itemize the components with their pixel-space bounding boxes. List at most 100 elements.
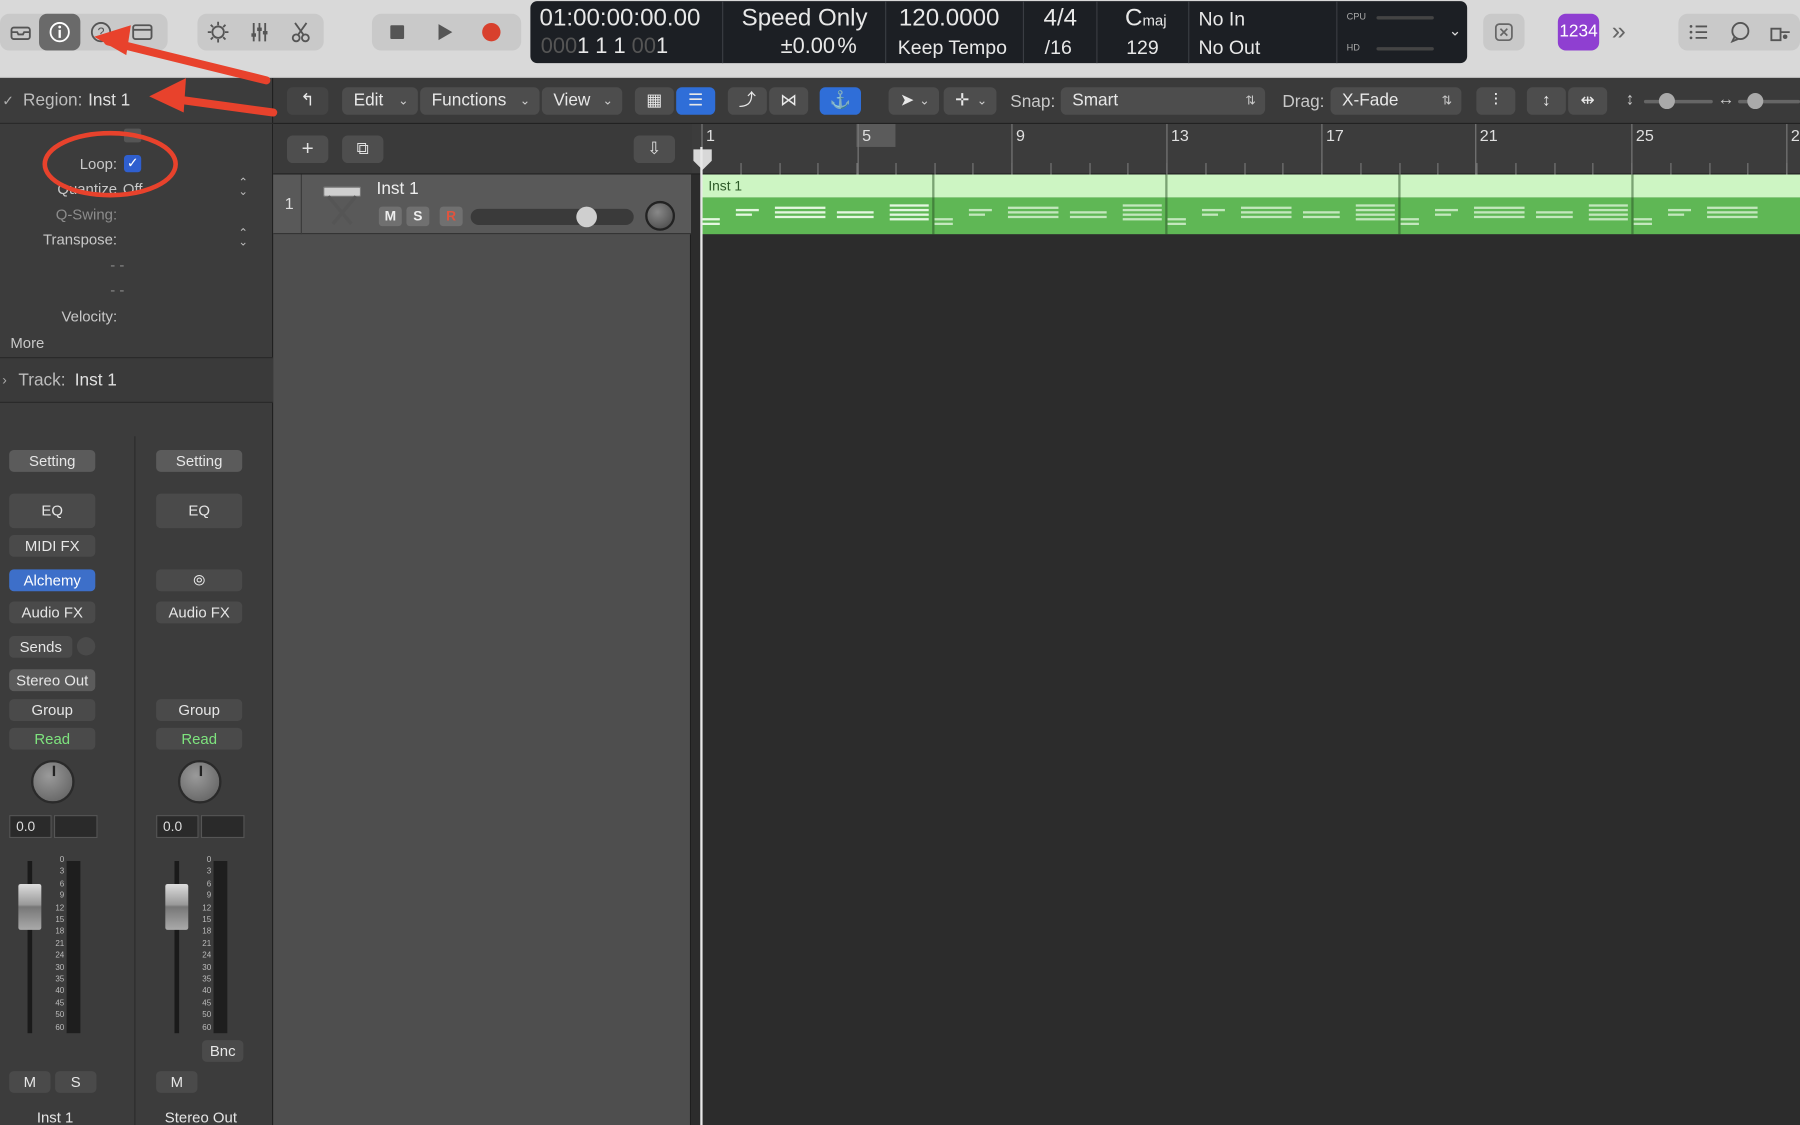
- link-button[interactable]: ⦾: [156, 569, 243, 592]
- functions-menu[interactable]: Functions ⌄: [420, 87, 540, 115]
- quantize-stepper-icon[interactable]: ⌃ ⌄: [238, 177, 248, 198]
- vertical-zoom-handle[interactable]: [1658, 92, 1675, 110]
- track-mute-button[interactable]: M: [378, 206, 402, 227]
- record-icon[interactable]: [471, 14, 512, 51]
- articulation-row[interactable]: - -: [0, 277, 273, 302]
- capture-recording-icon[interactable]: ⇩: [633, 135, 676, 164]
- group-slot[interactable]: Group: [9, 699, 96, 721]
- drag-dropdown[interactable]: X-Fade ⇅: [1330, 87, 1462, 115]
- flex-icon[interactable]: ⋈: [769, 87, 809, 115]
- notes-icon[interactable]: [1720, 14, 1761, 51]
- track-volume-handle[interactable]: [576, 206, 597, 228]
- tracks-workspace[interactable]: Inst 1: [691, 174, 1800, 1125]
- more-row[interactable]: More: [0, 329, 273, 354]
- transpose-stepper-icon[interactable]: ⌃ ⌄: [238, 228, 248, 249]
- replace-icon[interactable]: [1483, 13, 1525, 51]
- midi-note: [1302, 211, 1340, 214]
- audio-fx-slot[interactable]: Audio FX: [9, 601, 96, 624]
- mute-button[interactable]: M: [9, 1071, 51, 1093]
- region-notes[interactable]: [701, 197, 1800, 235]
- track-name[interactable]: Inst 1: [377, 179, 419, 199]
- midi-region[interactable]: Inst 1: [701, 174, 1800, 235]
- disclosure-triangle-icon[interactable]: ✓: [2, 92, 14, 108]
- bounce-button[interactable]: Bnc: [202, 1040, 244, 1062]
- edit-menu[interactable]: Edit ⌄: [342, 87, 418, 115]
- midi-fx-slot[interactable]: MIDI FX: [9, 534, 96, 557]
- view-menu[interactable]: View ⌄: [541, 87, 623, 115]
- instrument-slot[interactable]: Alchemy: [9, 569, 96, 592]
- midi-note: [1201, 213, 1219, 216]
- automation-icon[interactable]: ⤴: [727, 87, 767, 115]
- loops-browser-icon[interactable]: [1761, 14, 1800, 51]
- add-track-icon[interactable]: +: [287, 135, 329, 164]
- duplicate-track-icon[interactable]: ⧉: [342, 135, 384, 164]
- pan-knob[interactable]: [30, 759, 75, 804]
- link-icon: ⦾: [193, 571, 206, 589]
- automation-mode[interactable]: Read: [156, 727, 243, 750]
- track-header-inst-1[interactable]: 1 Inst 1 M S R: [273, 174, 692, 235]
- ruler-tick: [817, 163, 819, 175]
- more-chevrons-icon[interactable]: »: [1612, 16, 1626, 46]
- channel-name[interactable]: Stereo Out: [149, 1109, 252, 1125]
- track-solo-button[interactable]: S: [406, 206, 430, 227]
- volume-value[interactable]: 0.0: [156, 815, 199, 839]
- vertical-zoom-slider[interactable]: [1643, 99, 1713, 104]
- track-inspector-header[interactable]: › Track: Inst 1: [0, 357, 274, 403]
- lcd-display[interactable]: 01:00:00:00.00 0001 1 1 001 Speed Only ±…: [530, 1, 1468, 64]
- lcd-key[interactable]: Cmaj 129: [1097, 1, 1190, 64]
- vertical-zoom-icon[interactable]: ↕: [1526, 87, 1566, 115]
- volume-value[interactable]: 0.0: [9, 815, 52, 839]
- setting-button[interactable]: Setting: [156, 450, 243, 472]
- lcd-tempo[interactable]: 120.0000 Keep Tempo: [886, 1, 1025, 64]
- lcd-position[interactable]: 01:00:00:00.00 0001 1 1 001: [530, 1, 724, 64]
- track-pan-knob[interactable]: [645, 200, 676, 231]
- snap-dropdown[interactable]: Smart ⇅: [1060, 87, 1266, 115]
- transpose-row[interactable]: Transpose: ⌃ ⌄: [0, 226, 273, 251]
- eq-button[interactable]: EQ: [156, 493, 243, 529]
- disclosure-triangle-icon[interactable]: ›: [2, 372, 7, 388]
- output-slot[interactable]: Stereo Out: [9, 669, 96, 692]
- library-icon[interactable]: [0, 14, 41, 51]
- lcd-speed[interactable]: Speed Only ±0.00%: [723, 1, 887, 64]
- horizontal-zoom-handle[interactable]: [1747, 92, 1764, 110]
- secondary-tool-icon[interactable]: ✛ ⌄: [943, 87, 997, 115]
- list-view-icon[interactable]: ☰: [676, 87, 716, 115]
- stop-icon[interactable]: [377, 14, 418, 51]
- grid-view-icon[interactable]: ▦: [634, 87, 674, 115]
- loop-boundary: [1398, 174, 1401, 235]
- bar-ruler[interactable]: 1 5 9 13 17 21 25 29: [691, 123, 1800, 175]
- velocity-row[interactable]: Velocity:: [0, 303, 273, 328]
- bar-line: [1631, 123, 1633, 175]
- pointer-tool-icon[interactable]: ➤ ⌄: [888, 87, 940, 115]
- playhead[interactable]: [700, 146, 703, 1125]
- mute-button[interactable]: M: [156, 1071, 198, 1093]
- fine-tune-row[interactable]: - -: [0, 251, 273, 276]
- lcd-midi[interactable]: No In No Out: [1189, 1, 1336, 63]
- q-swing-row[interactable]: Q-Swing:: [0, 201, 273, 226]
- audio-fx-slot[interactable]: Audio FX: [156, 601, 243, 624]
- back-icon[interactable]: ↰: [287, 87, 329, 115]
- eq-button[interactable]: EQ: [9, 493, 96, 529]
- send-knob[interactable]: [76, 637, 96, 656]
- volume-fader[interactable]: [165, 883, 189, 930]
- track-volume-slider[interactable]: [470, 208, 634, 226]
- channel-name[interactable]: Inst 1: [9, 1109, 101, 1125]
- setting-button[interactable]: Setting: [9, 450, 96, 472]
- track-record-button[interactable]: R: [439, 206, 463, 227]
- bar-number: 1: [706, 126, 715, 145]
- region-header[interactable]: Inst 1: [701, 174, 1800, 198]
- group-slot[interactable]: Group: [156, 699, 243, 721]
- solo-button[interactable]: S: [55, 1071, 97, 1093]
- volume-fader[interactable]: [18, 883, 42, 930]
- list-editors-icon[interactable]: [1678, 14, 1719, 51]
- lcd-menu-chevron-icon[interactable]: ⌄: [1449, 22, 1465, 40]
- horizontal-zoom-icon[interactable]: ⇹: [1568, 87, 1608, 115]
- catch-icon[interactable]: ⚓: [819, 87, 861, 115]
- lcd-signature[interactable]: 4/4 /16: [1024, 1, 1098, 64]
- waveform-zoom-icon[interactable]: ⫶: [1476, 87, 1516, 115]
- play-icon[interactable]: [424, 14, 465, 51]
- sends-slot[interactable]: Sends: [9, 635, 73, 658]
- pan-knob[interactable]: [177, 759, 222, 804]
- automation-mode[interactable]: Read: [9, 727, 96, 750]
- count-in-badge[interactable]: 1234: [1557, 13, 1600, 51]
